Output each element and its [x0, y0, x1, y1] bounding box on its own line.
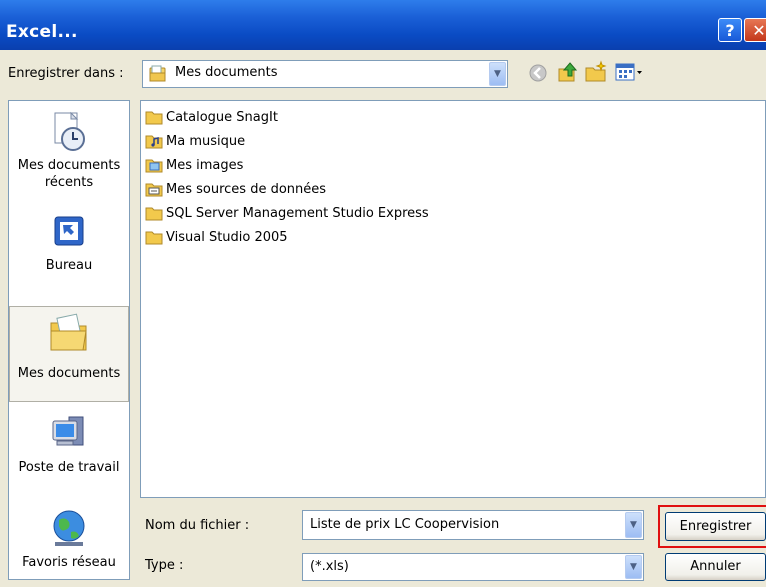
title-bar: Excel... ? ✕ — [0, 0, 766, 50]
file-name: Mes images — [166, 157, 244, 173]
place-label: Mes documents — [17, 366, 121, 381]
filename-input[interactable]: Liste de prix LC Coopervision ▼ — [302, 510, 644, 540]
cancel-button[interactable]: Annuler — [665, 553, 766, 581]
file-name: Catalogue SnagIt — [166, 109, 278, 125]
place-label: Favoris réseau — [22, 555, 116, 570]
place-recent-documents[interactable]: Mes documents récents — [9, 111, 129, 201]
my-documents-small-icon — [148, 65, 168, 87]
place-network-places[interactable]: Favoris réseau — [9, 506, 129, 578]
folder-icon — [145, 207, 163, 221]
up-folder-icon[interactable] — [556, 60, 580, 88]
pictures-folder-icon — [145, 159, 163, 173]
chevron-down-icon[interactable]: ▼ — [625, 512, 642, 538]
filetype-label: Type : — [145, 558, 184, 573]
close-button[interactable]: ✕ — [744, 18, 766, 42]
recent-documents-icon — [9, 111, 129, 157]
chevron-down-icon[interactable]: ▼ — [489, 62, 506, 86]
file-name: Mes sources de données — [166, 181, 327, 197]
back-icon[interactable] — [527, 62, 549, 88]
chevron-down-icon[interactable]: ▼ — [625, 555, 642, 579]
list-item[interactable]: Visual Studio 2005 — [145, 226, 288, 248]
save-in-label: Enregistrer dans : — [8, 66, 124, 81]
my-computer-icon — [9, 413, 129, 459]
network-places-icon — [9, 506, 129, 554]
music-folder-icon — [145, 135, 163, 149]
place-label: Bureau — [45, 258, 93, 273]
data-sources-folder-icon — [145, 183, 163, 197]
window-title: Excel... — [6, 22, 78, 42]
new-folder-icon[interactable] — [584, 60, 608, 88]
desktop-icon — [9, 213, 129, 257]
place-my-documents[interactable]: Mes documents — [9, 306, 129, 402]
list-item[interactable]: Catalogue SnagIt — [145, 106, 278, 128]
list-item[interactable]: SQL Server Management Studio Express — [145, 202, 429, 224]
places-bar: Mes documents récents Bureau Mes documen… — [8, 100, 130, 580]
list-item[interactable]: Ma musique — [145, 130, 245, 152]
save-in-dropdown[interactable]: Mes documents ▼ — [142, 60, 508, 88]
save-in-value: Mes documents — [175, 65, 278, 80]
my-documents-icon — [10, 311, 128, 359]
save-button[interactable]: Enregistrer — [665, 512, 766, 541]
place-label-line2: récents — [44, 175, 94, 190]
place-label: Poste de travail — [18, 460, 120, 475]
file-list[interactable]: Catalogue SnagIt Ma musique Mes images M… — [140, 100, 766, 498]
place-desktop[interactable]: Bureau — [9, 213, 129, 283]
help-icon: ? — [725, 21, 735, 40]
close-icon: ✕ — [752, 21, 766, 40]
filetype-select[interactable]: (*.xls) ▼ — [302, 553, 644, 581]
views-menu-icon[interactable] — [614, 60, 644, 88]
folder-icon — [145, 231, 163, 245]
file-name: Visual Studio 2005 — [166, 229, 288, 245]
file-name: Ma musique — [166, 133, 246, 149]
place-label: Mes documents — [17, 158, 121, 173]
list-item[interactable]: Mes images — [145, 154, 243, 176]
place-my-computer[interactable]: Poste de travail — [9, 413, 129, 483]
filename-value: Liste de prix LC Coopervision — [310, 517, 500, 532]
help-button[interactable]: ? — [718, 18, 742, 42]
filename-label: Nom du fichier : — [145, 518, 250, 533]
file-name: SQL Server Management Studio Express — [166, 205, 429, 221]
filetype-value: (*.xls) — [310, 559, 349, 574]
list-item[interactable]: Mes sources de données — [145, 178, 326, 200]
folder-icon — [145, 111, 163, 125]
